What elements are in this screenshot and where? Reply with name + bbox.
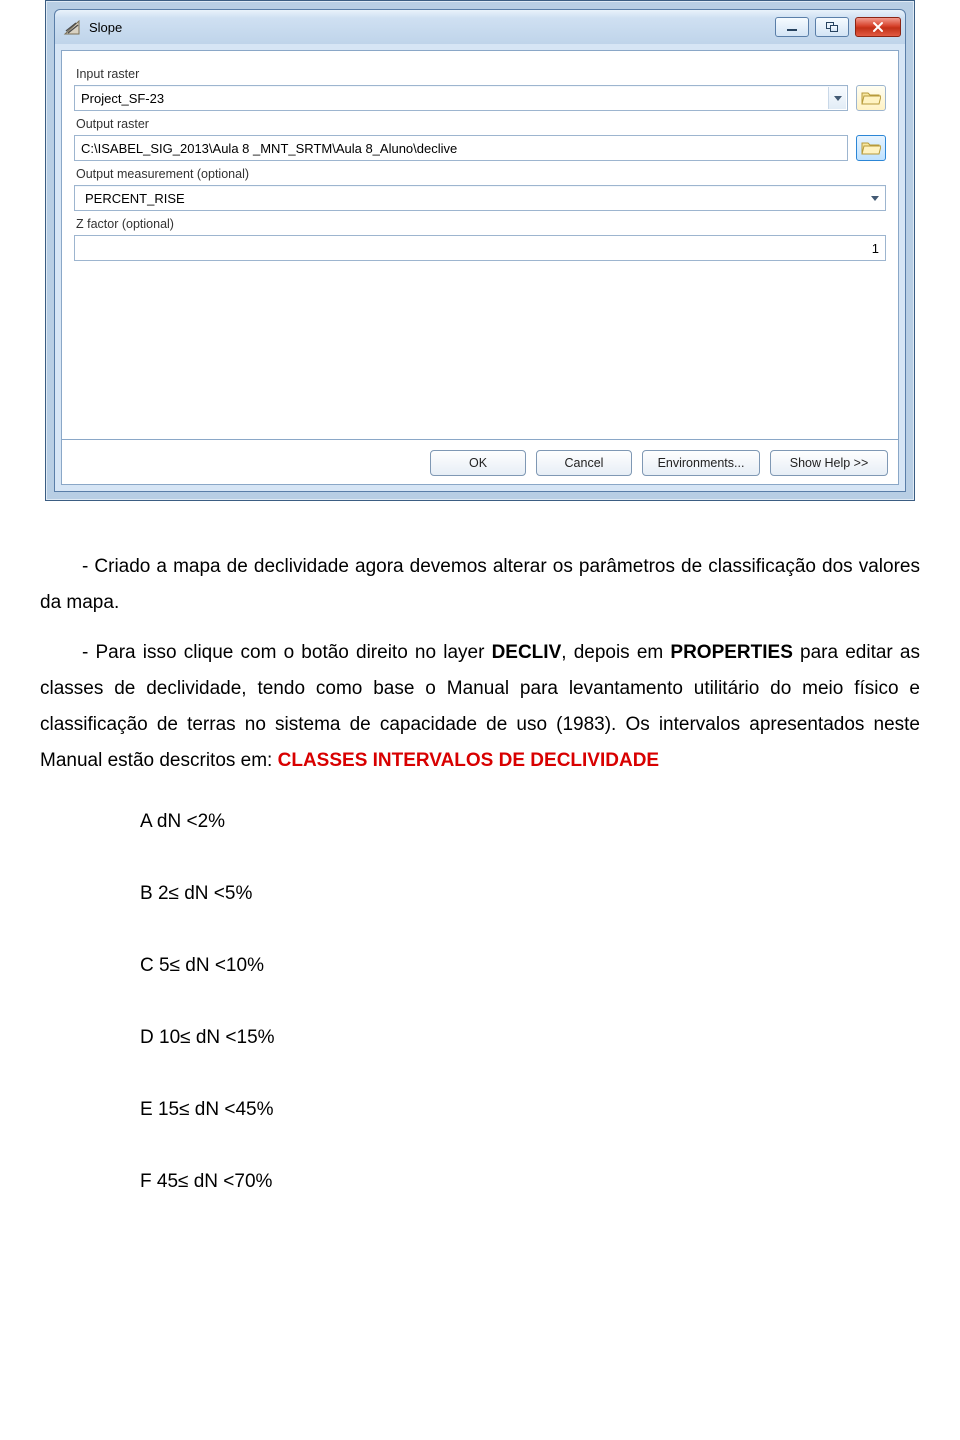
p2-seg-a: - Para isso clique com o botão direito n…: [82, 642, 492, 663]
dialog-outer-border: Slope Input raster Project_SF-23: [45, 0, 915, 501]
interval-a: A dN <2%: [140, 804, 920, 840]
show-help-button[interactable]: Show Help >>: [770, 450, 888, 476]
output-measurement-value: PERCENT_RISE: [81, 191, 185, 206]
output-raster-value: C:\ISABEL_SIG_2013\Aula 8 _MNT_SRTM\Aula…: [81, 141, 457, 156]
output-measurement-combo[interactable]: PERCENT_RISE: [74, 185, 886, 211]
interval-e: E 15≤ dN <45%: [140, 1092, 920, 1128]
body-text: - Criado a mapa de declividade agora dev…: [40, 549, 920, 1200]
maximize-button[interactable]: [815, 17, 849, 37]
p2-seg-c: , depois em: [561, 642, 670, 663]
dialog-button-row: OK Cancel Environments... Show Help >>: [61, 440, 899, 485]
input-raster-value: Project_SF-23: [81, 91, 164, 106]
input-raster-label: Input raster: [76, 67, 886, 81]
cancel-button[interactable]: Cancel: [536, 450, 632, 476]
z-factor-input[interactable]: 1: [74, 235, 886, 261]
dialog-chrome: Slope Input raster Project_SF-23: [54, 9, 906, 492]
paragraph-1: - Criado a mapa de declividade agora dev…: [40, 549, 920, 621]
input-raster-combo[interactable]: Project_SF-23: [74, 85, 848, 111]
slope-tool-icon: [63, 18, 81, 36]
browse-input-button[interactable]: [856, 85, 886, 111]
ok-button[interactable]: OK: [430, 450, 526, 476]
dialog-title: Slope: [87, 20, 769, 35]
chevron-down-icon[interactable]: [866, 187, 884, 209]
output-measurement-label: Output measurement (optional): [76, 167, 886, 181]
close-button[interactable]: [855, 17, 901, 37]
interval-c: C 5≤ dN <10%: [140, 948, 920, 984]
chevron-down-icon[interactable]: [828, 87, 846, 109]
intervals-list: A dN <2% B 2≤ dN <5% C 5≤ dN <10% D 10≤ …: [40, 804, 920, 1201]
environments-button[interactable]: Environments...: [642, 450, 760, 476]
minimize-button[interactable]: [775, 17, 809, 37]
browse-output-button[interactable]: [856, 135, 886, 161]
paragraph-2: - Para isso clique com o botão direito n…: [40, 635, 920, 779]
interval-f: F 45≤ dN <70%: [140, 1164, 920, 1200]
z-factor-value: 1: [872, 241, 879, 256]
z-factor-label: Z factor (optional): [76, 217, 886, 231]
parameters-panel: Input raster Project_SF-23: [61, 50, 899, 440]
output-raster-input[interactable]: C:\ISABEL_SIG_2013\Aula 8 _MNT_SRTM\Aula…: [74, 135, 848, 161]
interval-d: D 10≤ dN <15%: [140, 1020, 920, 1056]
output-raster-label: Output raster: [76, 117, 886, 131]
properties-keyword: PROPERTIES: [670, 642, 792, 663]
titlebar: Slope: [55, 10, 905, 44]
decliv-keyword: DECLIV: [492, 642, 562, 663]
panel-area: Input raster Project_SF-23: [55, 44, 905, 491]
interval-b: B 2≤ dN <5%: [140, 876, 920, 912]
classes-intervalos-keyword: CLASSES INTERVALOS DE DECLIVIDADE: [278, 750, 659, 771]
